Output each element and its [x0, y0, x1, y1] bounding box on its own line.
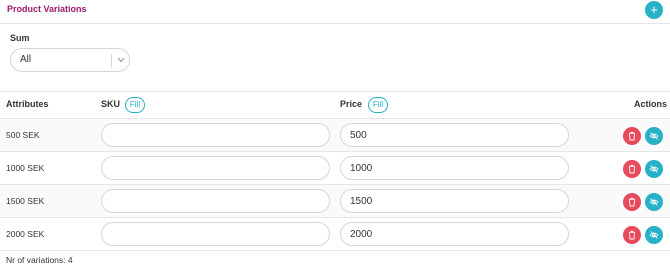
hide-variation-button[interactable]: [645, 127, 663, 145]
trash-icon: [628, 197, 636, 207]
sku-input[interactable]: [101, 222, 330, 246]
price-input[interactable]: [340, 222, 569, 246]
eye-slash-icon: [649, 231, 659, 239]
trash-icon: [628, 230, 636, 240]
column-sku: SKU: [101, 99, 121, 109]
trash-icon: [628, 164, 636, 174]
column-price: Price: [340, 99, 363, 109]
attribute-cell: 2000 SEK: [6, 229, 45, 239]
sku-fill-button[interactable]: Fill: [125, 97, 145, 113]
eye-slash-icon: [649, 132, 659, 140]
eye-slash-icon: [649, 198, 659, 206]
table-row: 1000 SEK: [0, 152, 670, 185]
sum-select[interactable]: All: [10, 48, 130, 72]
delete-button[interactable]: [623, 160, 641, 178]
attribute-cell: 1500 SEK: [6, 196, 45, 206]
price-input[interactable]: [340, 189, 569, 213]
page-title: Product Variations: [7, 4, 87, 14]
column-attributes: Attributes: [6, 99, 49, 109]
attribute-cell: 1000 SEK: [6, 163, 45, 173]
column-actions: Actions: [634, 99, 668, 109]
sum-label: Sum: [10, 33, 30, 43]
select-separator: [111, 54, 112, 67]
trash-icon: [628, 131, 636, 141]
sku-input[interactable]: [101, 123, 330, 147]
table-row: 1500 SEK: [0, 185, 670, 218]
price-input[interactable]: [340, 156, 569, 180]
table-row: 500 SEK: [0, 119, 670, 152]
sum-select-value: All: [20, 54, 32, 65]
add-variation-button[interactable]: +: [645, 1, 663, 19]
table-row: 2000 SEK: [0, 218, 670, 251]
chevron-down-icon: [117, 57, 125, 63]
delete-button[interactable]: [623, 193, 641, 211]
price-fill-button[interactable]: Fill: [368, 97, 388, 113]
variations-count: Nr of variations: 4: [6, 255, 73, 265]
hide-variation-button[interactable]: [645, 226, 663, 244]
delete-button[interactable]: [623, 226, 641, 244]
plus-icon: +: [650, 2, 658, 17]
header: Product Variations +: [0, 0, 670, 24]
price-input[interactable]: [340, 123, 569, 147]
sku-input[interactable]: [101, 189, 330, 213]
hide-variation-button[interactable]: [645, 193, 663, 211]
hide-variation-button[interactable]: [645, 160, 663, 178]
delete-button[interactable]: [623, 127, 641, 145]
eye-slash-icon: [649, 165, 659, 173]
sku-input[interactable]: [101, 156, 330, 180]
table-header: Attributes SKU Fill Price Fill Actions: [0, 91, 670, 119]
attribute-cell: 500 SEK: [6, 130, 40, 140]
